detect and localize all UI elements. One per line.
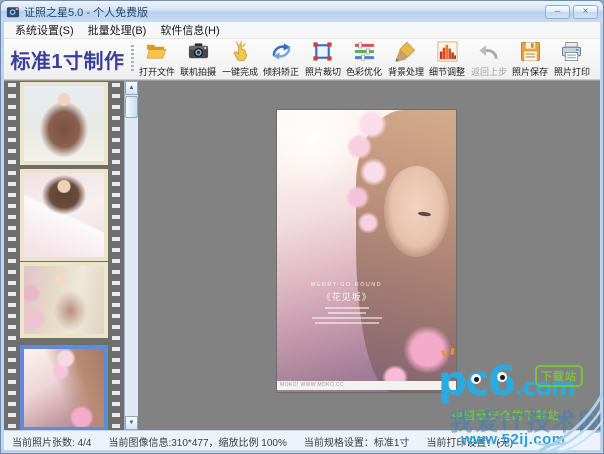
photo-overlay-credit-lines — [307, 307, 387, 324]
main-photo: MERRY-GO-ROUND 《花见坂》 MOKO! WWW.MOKO.CC — [277, 110, 456, 392]
thumbnail-photo-3 — [24, 266, 104, 334]
color-sliders-icon — [353, 40, 376, 63]
save-icon — [519, 40, 542, 63]
toolbar-button-save-photo[interactable]: 照片保存 — [510, 39, 552, 79]
toolbar-button-print-photo[interactable]: 照片打印 — [551, 39, 593, 79]
photo-moko-watermark: MOKO! WWW.MOKO.CC — [277, 381, 456, 390]
close-button[interactable]: × — [573, 5, 598, 19]
status-print-setting: 当前打印设置：(无) — [426, 434, 513, 449]
crop-icon — [311, 40, 334, 63]
photo-overlay-title: MERRY-GO-ROUND — [297, 282, 397, 287]
app-window: 证照之星5.0 - 个人免费版 – × 系统设置(S) 批量处理(B) 软件信息… — [0, 0, 604, 454]
toolbar-button-open-file[interactable]: 打开文件 — [136, 39, 178, 79]
open-folder-icon — [145, 40, 168, 63]
scrollbar-thumb[interactable] — [125, 96, 138, 118]
toolbar-button-one-click-finish[interactable]: 一键完成 — [219, 39, 261, 79]
menu-bar: 系统设置(S) 批量处理(B) 软件信息(H) — [4, 22, 600, 39]
toolbar-button-undo-step[interactable]: 返回上步 — [468, 39, 510, 79]
toolbar-button-detail-adjust[interactable]: 细节调整 — [427, 39, 469, 79]
toolbar-button-photo-crop[interactable]: 照片裁切 — [302, 39, 344, 79]
app-icon — [6, 5, 20, 19]
toolbar: 标准1寸制作 打开文件 联机拍摄 一键完成 — [4, 39, 600, 80]
hand-click-icon — [228, 40, 251, 63]
mode-title: 标准1寸制作 — [4, 39, 131, 79]
minimize-button[interactable]: – — [545, 5, 570, 19]
photo-overlay-subtitle: 《花见坂》 — [291, 290, 402, 303]
filmstrip-panel — [4, 81, 124, 430]
toolbar-buttons: 打开文件 联机拍摄 一键完成 倾斜矫正 — [136, 39, 600, 79]
toolbar-grip — [131, 45, 134, 73]
filmstrip-sprockets-right — [112, 83, 120, 430]
printer-icon — [560, 40, 583, 63]
filmstrip-thumbnail-2[interactable] — [20, 169, 108, 261]
title-bar[interactable]: 证照之星5.0 - 个人免费版 – × — [1, 1, 603, 22]
camera-icon — [187, 40, 210, 63]
menu-item-system-settings[interactable]: 系统设置(S) — [8, 21, 81, 39]
brush-icon — [394, 40, 417, 63]
toolbar-button-background-process[interactable]: 背景处理 — [385, 39, 427, 79]
menu-item-batch-process[interactable]: 批量处理(B) — [81, 21, 154, 39]
status-image-info: 当前图像信息:310*477，缩放比例 100% — [108, 434, 286, 449]
rotate-arrows-icon — [270, 40, 293, 63]
photo-flowers-region — [277, 110, 456, 392]
filmstrip-sprockets-left — [8, 83, 16, 430]
toolbar-button-camera-capture[interactable]: 联机拍摄 — [178, 39, 220, 79]
status-photo-count: 当前照片张数: 4/4 — [12, 434, 91, 449]
thumbnail-photo-4 — [24, 349, 104, 427]
window-title: 证照之星5.0 - 个人免费版 — [24, 4, 545, 20]
toolbar-button-tilt-correction[interactable]: 倾斜矫正 — [261, 39, 303, 79]
workspace: ▲ ▼ MERRY-GO-ROUND 《花见坂》 MOKO! WWW.MOKO.… — [4, 80, 600, 430]
status-spec-setting: 当前规格设置：标准1寸 — [304, 434, 410, 449]
scroll-down-button[interactable]: ▼ — [125, 416, 138, 430]
scroll-up-button[interactable]: ▲ — [125, 81, 138, 95]
thumbnail-photo-2 — [24, 173, 104, 257]
menu-item-software-info[interactable]: 软件信息(H) — [153, 21, 226, 39]
filmstrip-thumbnail-3[interactable] — [20, 262, 108, 338]
histogram-icon — [436, 40, 459, 63]
photo-text-overlay: MERRY-GO-ROUND 《花见坂》 — [291, 282, 402, 327]
filmstrip-thumbnail-4-selected[interactable] — [20, 345, 108, 430]
filmstrip-thumbnail-1[interactable] — [20, 82, 108, 165]
toolbar-button-color-optimize[interactable]: 色彩优化 — [344, 39, 386, 79]
undo-icon — [477, 40, 500, 63]
status-bar: 当前照片张数: 4/4 当前图像信息:310*477，缩放比例 100% 当前规… — [4, 430, 600, 452]
filmstrip-scrollbar[interactable]: ▲ ▼ — [124, 81, 138, 430]
thumbnail-photo-1 — [24, 86, 104, 161]
window-bottom-frame — [1, 450, 603, 453]
